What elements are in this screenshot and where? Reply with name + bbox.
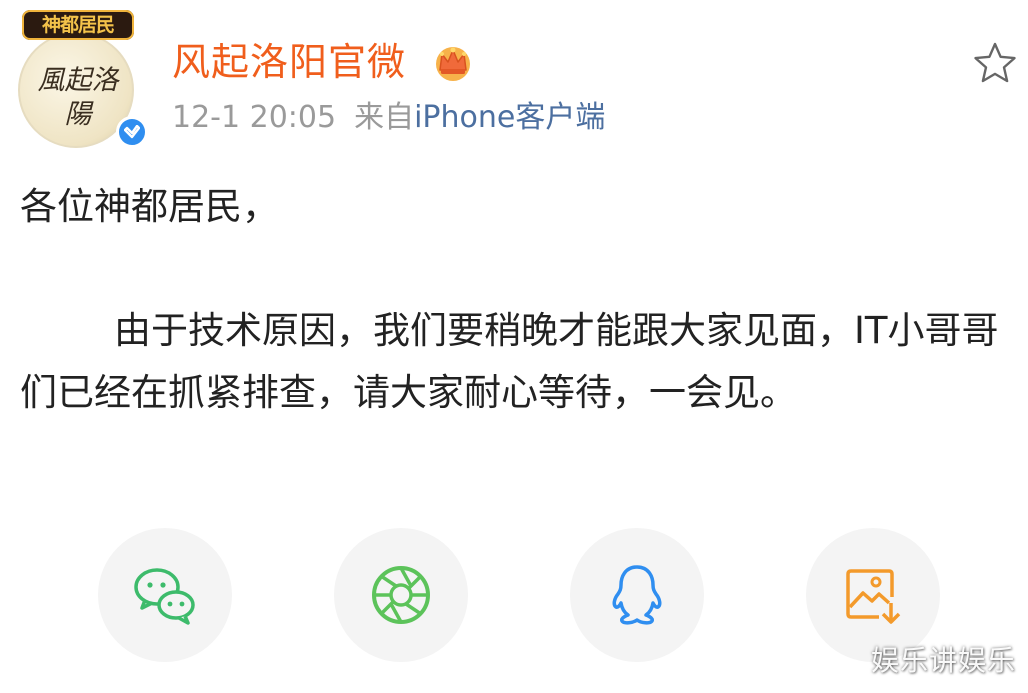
source-prefix: 来自: [354, 100, 415, 135]
source-device-link[interactable]: iPhone客户端: [414, 100, 605, 135]
username[interactable]: 风起洛阳官微: [172, 38, 406, 86]
post-greeting: 各位神都居民，: [20, 185, 279, 228]
vip-crown-icon: [436, 47, 470, 81]
share-qq-button[interactable]: [570, 528, 704, 662]
wechat-icon: [134, 568, 195, 625]
avatar-calligraphy: 風起洛陽: [37, 65, 119, 130]
post-body: 由于技术原因，我们要稍晚才能跟大家见面，IT小哥哥们已经在抓紧排查，请大家耐心等…: [20, 309, 999, 414]
verified-icon: [116, 116, 148, 148]
moments-icon: [372, 566, 430, 624]
qq-icon: [612, 565, 662, 625]
post-meta: 12-1 20:05 来自iPhone客户端: [172, 98, 605, 138]
weibo-post-card: 風起洛陽 神都居民 风起洛阳官微 12-1 20:05 来自iPhone客户端 各…: [0, 0, 1028, 693]
share-wechat-button[interactable]: [98, 528, 232, 662]
share-moments-button[interactable]: [334, 528, 468, 662]
post-timestamp: 12-1 20:05: [172, 100, 337, 135]
star-icon[interactable]: [972, 40, 1018, 86]
post-content: 各位神都居民， 由于技术原因，我们要稍晚才能跟大家见面，IT小哥哥们已经在抓紧排…: [20, 176, 1010, 424]
avatar-banner: 神都居民: [22, 10, 134, 40]
avatar[interactable]: 風起洛陽 神都居民: [18, 10, 148, 148]
save-image-icon: [846, 569, 901, 624]
watermark: 娱乐讲娱乐: [870, 644, 1016, 677]
